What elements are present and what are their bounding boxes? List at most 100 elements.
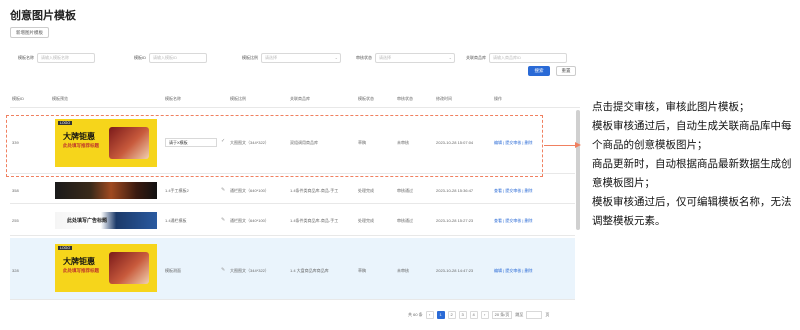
product-library: 1.4条件类商品库-商品-手工 [290, 188, 339, 193]
annotation-note: 点击提交审核，审核此图片模板； 模板审核通过后，自动生成关联商品库中每个商品的创… [592, 98, 797, 231]
next-page-button[interactable]: › [480, 310, 489, 319]
review-status: 审核通过 [397, 188, 413, 193]
annotation-line: 模板审核通过后，仅可编辑模板名称，无法调整模板元素。 [592, 196, 792, 227]
filter-label: 模板ID [134, 54, 146, 60]
modified-time: 2023-10-28 15:27:23 [436, 218, 474, 223]
product-library: 双组调用商品库 [290, 140, 318, 145]
template-status: 草稿 [358, 268, 366, 273]
review-status-select[interactable]: 请选择 ⌄ [375, 52, 455, 63]
callout-arrow-head [575, 142, 581, 148]
thumb-subtitle: 此处填写推荐标题 [63, 143, 99, 148]
pagination: 共 60 条 ‹ 1 2 3 4 › 20 条/页 跳至 页 [408, 310, 549, 319]
template-ratio: 通栏图文（640*100） [230, 218, 269, 223]
review-status: 未审核 [397, 268, 409, 273]
goto-page-input[interactable] [526, 310, 543, 319]
edit-pencil-icon[interactable]: ✎ [221, 267, 225, 273]
page-button[interactable]: 4 [469, 310, 478, 319]
goto-label: 跳至 [515, 311, 524, 317]
review-status: 审核通过 [397, 218, 413, 223]
template-name: 1.4通栏模板 [165, 218, 187, 223]
annotation-line: 点击提交审核，审核此图片模板； [592, 101, 750, 113]
column-header: 模板ID [12, 96, 24, 101]
product-library-input[interactable]: 请输入商品库ID [489, 52, 567, 63]
template-ratio: 通栏图文（640*100） [230, 188, 269, 193]
thumb-logo: LOGO [58, 246, 73, 250]
page-title: 创意图片模板 [10, 10, 76, 22]
template-status: 处理完成 [358, 218, 374, 223]
row-actions[interactable]: 编辑 | 提交审核 | 删除 [494, 140, 533, 146]
template-id-input[interactable]: 请输入模板ID [149, 52, 207, 63]
modified-time: 2023-10-28 15:36:47 [436, 188, 474, 193]
callout-arrow [544, 145, 578, 146]
template-name-edit-input[interactable]: 请于X模板 [165, 138, 217, 147]
template-id: 255 [12, 218, 19, 223]
template-preview: LOGO 大牌钜惠 此处填写推荐标题 [55, 244, 157, 292]
row-actions[interactable]: 查看 | 提交审核 | 删除 [494, 218, 533, 224]
edit-pencil-icon[interactable]: ✎ [221, 217, 225, 223]
filter-review-status: 审核状态 请选择 ⌄ [356, 52, 455, 63]
page-button[interactable]: 2 [447, 310, 456, 319]
product-image [109, 252, 149, 284]
reset-button[interactable]: 重置 [556, 66, 576, 76]
template-preview: 此处填写广告标题 [55, 212, 157, 229]
thumb-subtitle: 此处填写推荐标题 [63, 268, 99, 273]
review-status: 未审核 [397, 140, 409, 145]
filter-template-id: 模板ID 请输入模板ID [134, 52, 207, 63]
template-list-panel: 创意图片模板 新增图片模板 模板名称 请输入模板名称 模板ID 请输入模板ID … [0, 0, 590, 330]
table-row[interactable]: 328 LOGO 大牌钜惠 此处填写推荐标题 模板测面 ✎ 大图图文（344*3… [10, 238, 575, 300]
template-ratio-select[interactable]: 请选择 ⌄ [261, 52, 341, 63]
template-ratio: 大图图文（344*322） [230, 140, 269, 145]
template-name: 模板测面 [165, 268, 181, 273]
column-header: 模板预览 [52, 96, 68, 101]
filter-label: 模板名称 [18, 54, 34, 60]
thumb-text: 此处填写广告标题 [67, 218, 108, 224]
template-preview [55, 182, 157, 199]
row-actions[interactable]: 查看 | 提交审核 | 删除 [494, 188, 533, 194]
chevron-down-icon: ⌄ [448, 54, 452, 60]
filter-template-ratio: 模板比例 请选择 ⌄ [242, 52, 341, 63]
table-header: 模板ID 模板预览 模板名称 模板比例 关联商品库 模板状态 审核状态 修改时间… [10, 92, 580, 108]
prev-page-button[interactable]: ‹ [425, 310, 434, 319]
column-header: 修改时间 [436, 96, 452, 101]
page-button[interactable]: 3 [458, 310, 467, 319]
template-id: 339 [12, 140, 19, 145]
annotation-line: 模板审核通过后，自动生成关联商品库中每个商品的创意模板图片； [592, 120, 792, 151]
template-ratio: 大图图文（344*322） [230, 268, 269, 273]
filter-label: 审核状态 [356, 54, 372, 60]
new-template-button[interactable]: 新增图片模板 [10, 27, 49, 38]
template-name-input[interactable]: 请输入模板名称 [37, 52, 95, 63]
template-id: 328 [12, 268, 19, 273]
template-name: 1.4手工模板2 [165, 188, 189, 193]
column-header: 模板状态 [358, 96, 374, 101]
product-library: 1.4 大盘商品库商品库 [290, 268, 329, 273]
table-row[interactable]: 358 1.4手工模板2 ✎ 通栏图文（640*100） 1.4条件类商品库-商… [10, 178, 575, 204]
goto-suffix: 页 [545, 311, 550, 317]
table-row[interactable]: 339 LOGO 大牌钜惠 此处填写推荐标题 请于X模板 ✓ 大图图文（344*… [10, 114, 575, 174]
thumb-title: 大牌钜惠 [63, 257, 95, 266]
table-row[interactable]: 255 此处填写广告标题 1.4通栏模板 ✎ 通栏图文（640*100） 1.4… [10, 206, 575, 236]
confirm-check-icon[interactable]: ✓ [221, 138, 225, 144]
column-header: 操作 [494, 96, 502, 101]
thumb-title: 大牌钜惠 [63, 132, 95, 141]
edit-pencil-icon[interactable]: ✎ [221, 187, 225, 193]
modified-time: 2023-10-28 15:07:04 [436, 140, 474, 145]
page-button[interactable]: 1 [436, 310, 445, 319]
product-image [109, 127, 149, 159]
modified-time: 2023-10-28 14:47:23 [436, 268, 474, 273]
template-status: 草稿 [358, 140, 366, 145]
template-id: 358 [12, 188, 19, 193]
annotation-line: 商品更新时，自动根据商品最新数据生成创意模板图片； [592, 158, 792, 189]
filter-product-library: 关联商品库 请输入商品库ID [466, 52, 567, 63]
vertical-scrollbar[interactable] [576, 110, 580, 230]
filter-label: 模板比例 [242, 54, 258, 60]
column-header: 审核状态 [397, 96, 413, 101]
filter-label: 关联商品库 [466, 54, 486, 60]
filter-template-name: 模板名称 请输入模板名称 [18, 52, 95, 63]
template-preview: LOGO 大牌钜惠 此处填写推荐标题 [55, 119, 157, 167]
row-actions[interactable]: 编辑 | 提交审核 | 删除 [494, 268, 533, 274]
page-size-select[interactable]: 20 条/页 [491, 310, 513, 319]
thumb-logo: LOGO [58, 121, 73, 125]
column-header: 模板比例 [230, 96, 246, 101]
chevron-down-icon: ⌄ [334, 54, 338, 60]
search-button[interactable]: 搜索 [528, 66, 550, 76]
